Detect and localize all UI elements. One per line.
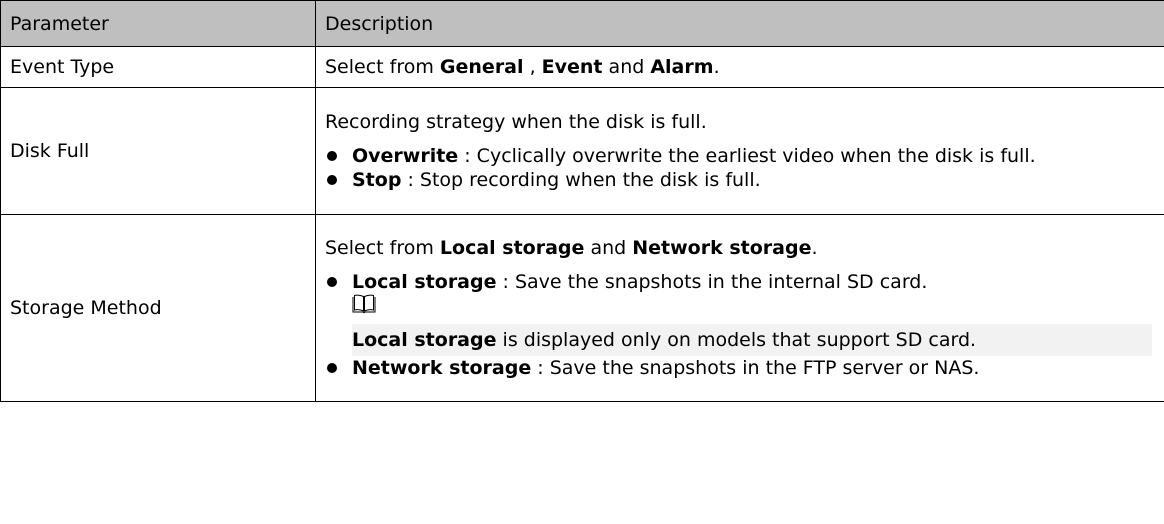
text: and — [602, 56, 651, 78]
list-item-local-storage: Local storage : Save the snapshots in th… — [325, 270, 1152, 356]
item-text: : Cyclically overwrite the earliest vide… — [458, 145, 1036, 167]
storage-list: Local storage : Save the snapshots in th… — [325, 270, 1152, 380]
disk-full-intro: Recording strategy when the disk is full… — [325, 111, 707, 133]
list-item-overwrite: Overwrite : Cyclically overwrite the ear… — [325, 144, 1152, 168]
disk-full-list: Overwrite : Cyclically overwrite the ear… — [325, 144, 1152, 192]
list-item-stop: Stop : Stop recording when the disk is f… — [325, 168, 1152, 192]
parameter-table: Parameter Description Event Type Select … — [0, 0, 1164, 402]
desc-disk-full: Recording strategy when the disk is full… — [315, 87, 1164, 215]
list-item-network-storage: Network storage : Save the snapshots in … — [325, 356, 1152, 380]
param-event-type: Event Type — [0, 46, 316, 88]
table-row-event-type: Event Type Select from General , Event a… — [0, 46, 1164, 88]
text: , — [523, 56, 542, 78]
text: Select from — [325, 56, 440, 78]
item-text: : Stop recording when the disk is full. — [401, 169, 761, 191]
text: Select from — [325, 237, 440, 259]
term-event: Event — [541, 56, 603, 78]
header-description: Description — [315, 0, 1164, 47]
param-disk-full: Disk Full — [0, 87, 316, 215]
bullet-icon — [327, 151, 337, 161]
table-row-disk-full: Disk Full Recording strategy when the di… — [0, 87, 1164, 215]
note-body: is displayed only on models that support… — [496, 329, 977, 351]
term-overwrite: Overwrite — [352, 145, 459, 167]
table-header-row: Parameter Description — [0, 0, 1164, 47]
item-text: : Save the snapshots in the internal SD … — [496, 271, 928, 293]
term-stop: Stop — [352, 169, 402, 191]
bullet-icon — [327, 277, 337, 287]
param-storage-method: Storage Method — [0, 214, 316, 402]
open-book-icon — [352, 294, 376, 314]
header-parameter: Parameter — [0, 0, 316, 47]
text: and — [584, 237, 633, 259]
note-text: Local storage is displayed only on model… — [352, 324, 1152, 356]
term-network-storage: Network storage — [352, 357, 532, 379]
text: . — [811, 237, 818, 259]
desc-event-type: Select from General , Event and Alarm. — [315, 46, 1164, 88]
item-text: : Save the snapshots in the FTP server o… — [531, 357, 980, 379]
term-alarm: Alarm — [650, 56, 714, 78]
term-local-storage: Local storage — [439, 237, 585, 259]
term-network-storage: Network storage — [632, 237, 812, 259]
bullet-icon — [327, 175, 337, 185]
text: . — [713, 56, 720, 78]
term-local-storage: Local storage — [352, 329, 497, 351]
term-general: General — [439, 56, 524, 78]
table-row-storage-method: Storage Method Select from Local storage… — [0, 214, 1164, 402]
term-local-storage: Local storage — [352, 271, 497, 293]
bullet-icon — [327, 363, 337, 373]
storage-intro: Select from Local storage and Network st… — [325, 236, 1152, 270]
desc-storage-method: Select from Local storage and Network st… — [315, 214, 1164, 402]
